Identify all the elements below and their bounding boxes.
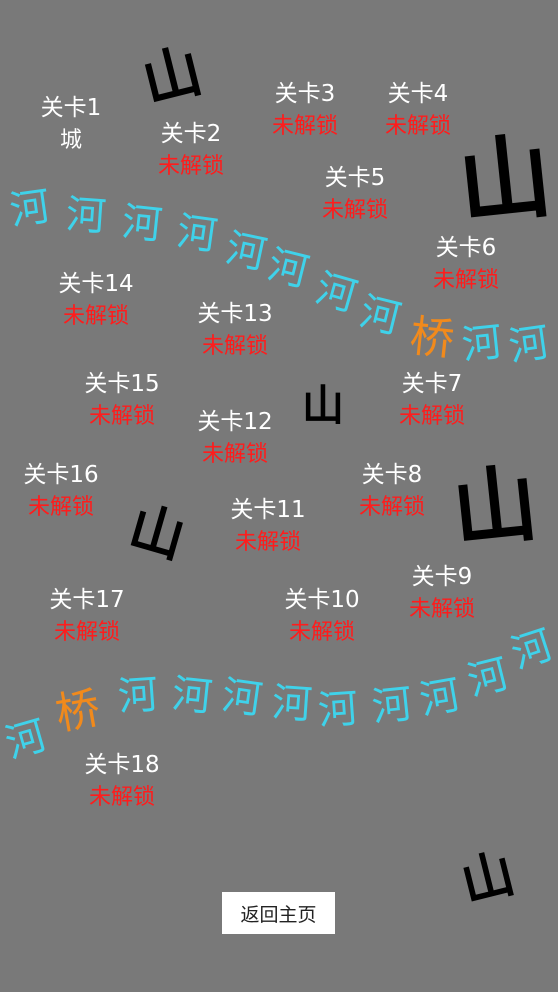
level-status: 未解锁: [288, 620, 355, 645]
mountain-icon: 山: [302, 381, 345, 430]
level-name: 关卡10: [284, 587, 360, 613]
level-name: 关卡14: [58, 271, 134, 297]
level-name: 关卡6: [435, 235, 497, 261]
level-15[interactable]: 关卡15 未解锁: [77, 370, 167, 431]
level-status: 未解锁: [53, 620, 120, 645]
river-icon: 河: [416, 671, 464, 725]
level-status: 未解锁: [271, 114, 338, 139]
bridge-icon: 桥: [51, 682, 105, 741]
level-status: 未解锁: [358, 495, 425, 520]
level-status: 城: [59, 128, 82, 153]
level-name: 关卡18: [84, 752, 160, 778]
river-icon: 河: [169, 671, 215, 721]
level-11[interactable]: 关卡11 未解锁: [223, 496, 313, 557]
bridge-icon: 桥: [407, 310, 457, 367]
level-name: 关卡15: [84, 371, 160, 397]
level-2[interactable]: 关卡2 未解锁: [146, 120, 236, 181]
river-icon: 河: [316, 685, 360, 735]
river-icon: 河: [0, 712, 52, 768]
level-status: 未解锁: [321, 198, 388, 223]
river-icon: 河: [270, 679, 314, 729]
level-status: 未解锁: [432, 268, 499, 293]
mountain-icon: 山: [122, 494, 192, 571]
level-name: 关卡16: [23, 462, 99, 488]
mountain-icon: 山: [448, 453, 542, 561]
back-to-home-button[interactable]: 返回主页: [222, 892, 335, 934]
river-icon: 河: [505, 319, 553, 371]
level-name: 关卡13: [197, 301, 273, 327]
river-icon: 河: [459, 319, 505, 369]
level-status: 未解锁: [157, 154, 224, 179]
level-9[interactable]: 关卡9 未解锁: [397, 563, 487, 624]
level-status: 未解锁: [201, 334, 268, 359]
river-icon: 河: [263, 241, 313, 297]
level-5[interactable]: 关卡5 未解锁: [310, 164, 400, 225]
level-14[interactable]: 关卡14 未解锁: [51, 270, 141, 331]
level-16[interactable]: 关卡16 未解锁: [16, 461, 106, 522]
level-status: 未解锁: [384, 114, 451, 139]
level-8[interactable]: 关卡8 未解锁: [347, 461, 437, 522]
mountain-icon: 山: [455, 843, 521, 915]
level-status: 未解锁: [234, 530, 301, 555]
level-status: 未解锁: [408, 597, 475, 622]
river-icon: 河: [369, 681, 415, 731]
river-icon: 河: [173, 208, 221, 260]
river-icon: 河: [116, 671, 160, 721]
level-17[interactable]: 关卡17 未解锁: [42, 586, 132, 647]
level-map: 山 山 山 山 山 山 河 河 河 河 河 河 河 河 桥 河 河 河 桥 河 …: [0, 0, 558, 992]
mountain-icon: 山: [135, 35, 209, 117]
level-10[interactable]: 关卡10 未解锁: [277, 586, 367, 647]
level-name: 关卡5: [324, 165, 386, 191]
river-icon: 河: [64, 191, 108, 241]
river-icon: 河: [505, 621, 558, 679]
level-18[interactable]: 关卡18 未解锁: [77, 751, 167, 812]
river-icon: 河: [310, 265, 362, 321]
level-3[interactable]: 关卡3 未解锁: [260, 80, 350, 141]
level-status: 未解锁: [62, 304, 129, 329]
river-icon: 河: [218, 672, 266, 724]
level-name: 关卡7: [401, 371, 463, 397]
level-status: 未解锁: [88, 404, 155, 429]
level-4[interactable]: 关卡4 未解锁: [373, 80, 463, 141]
river-icon: 河: [6, 183, 54, 235]
mountain-icon: 山: [453, 122, 557, 239]
river-icon: 河: [355, 288, 405, 344]
level-status: 未解锁: [88, 785, 155, 810]
level-name: 关卡9: [411, 564, 473, 590]
level-7[interactable]: 关卡7 未解锁: [387, 370, 477, 431]
level-name: 关卡17: [49, 587, 125, 613]
river-icon: 河: [119, 199, 165, 249]
level-name: 关卡8: [361, 462, 423, 488]
level-name: 关卡1: [40, 95, 102, 121]
level-name: 关卡12: [197, 409, 273, 435]
level-name: 关卡2: [160, 121, 222, 147]
level-status: 未解锁: [398, 404, 465, 429]
level-name: 关卡4: [387, 81, 449, 107]
level-status: 未解锁: [201, 442, 268, 467]
level-status: 未解锁: [27, 495, 94, 520]
river-icon: 河: [463, 650, 513, 706]
level-name: 关卡11: [230, 497, 306, 523]
level-12[interactable]: 关卡12 未解锁: [190, 408, 280, 469]
river-icon: 河: [221, 225, 271, 279]
level-name: 关卡3: [274, 81, 336, 107]
level-1[interactable]: 关卡1 城: [26, 94, 116, 155]
level-13[interactable]: 关卡13 未解锁: [190, 300, 280, 361]
level-6[interactable]: 关卡6 未解锁: [421, 234, 511, 295]
